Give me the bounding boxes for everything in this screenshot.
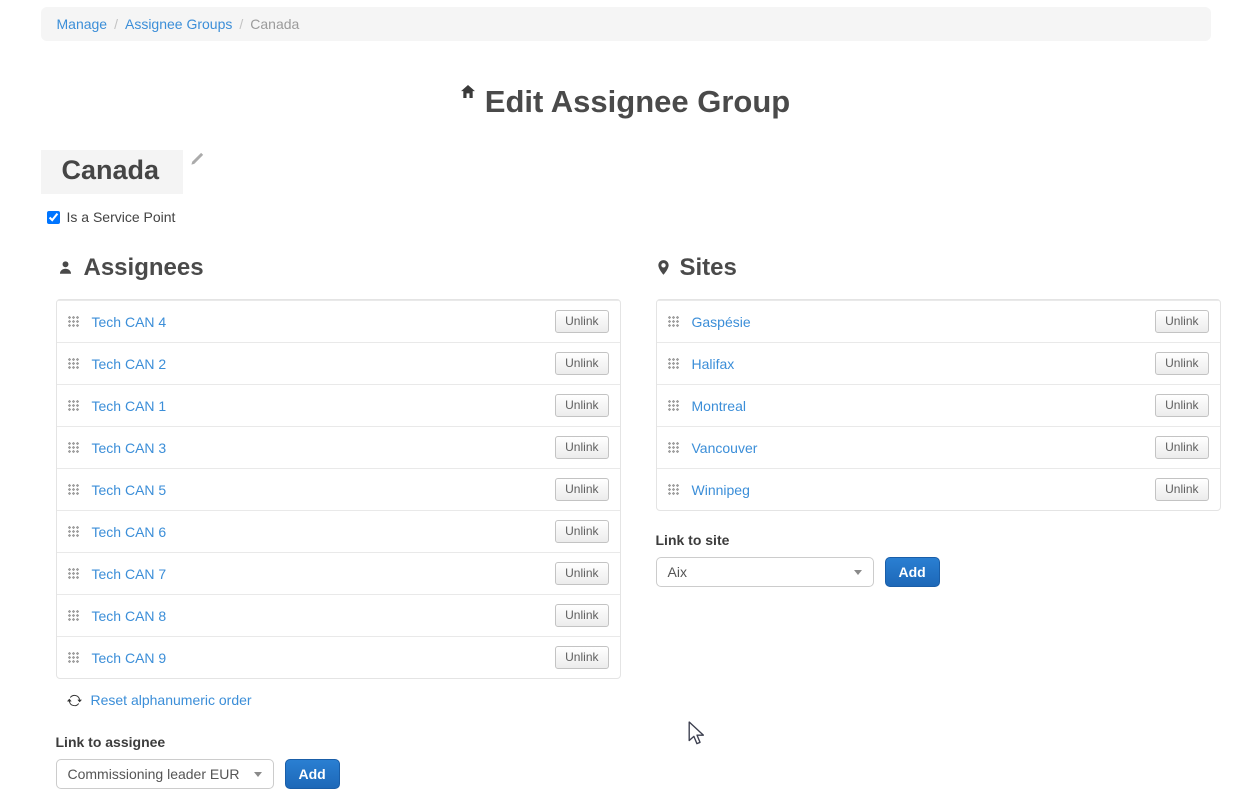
breadcrumb-link-assignee-groups[interactable]: Assignee Groups	[125, 16, 232, 32]
drag-handle-icon[interactable]	[68, 442, 79, 453]
drag-handle-icon[interactable]	[68, 316, 79, 327]
unlink-button[interactable]: Unlink	[1155, 436, 1208, 459]
reset-order-row: Reset alphanumeric order	[67, 692, 621, 708]
chevron-down-icon	[854, 570, 862, 575]
sites-list: Gaspésie Unlink Halifax Unlink Montrea	[656, 299, 1221, 511]
reset-order-label: Reset alphanumeric order	[91, 692, 252, 708]
site-link[interactable]: Gaspésie	[692, 314, 751, 330]
unlink-button[interactable]: Unlink	[555, 646, 608, 669]
assignee-row: Tech CAN 9 Unlink	[57, 636, 620, 678]
drag-handle-icon[interactable]	[68, 484, 79, 495]
chevron-down-icon	[254, 772, 262, 777]
breadcrumb-current: Canada	[250, 16, 299, 32]
assignees-header: Assignees	[58, 254, 621, 282]
assignee-link[interactable]: Tech CAN 9	[92, 650, 167, 666]
unlink-button[interactable]: Unlink	[1155, 310, 1208, 333]
assignee-link[interactable]: Tech CAN 2	[92, 356, 167, 372]
drag-handle-icon[interactable]	[668, 358, 679, 369]
assignees-title: Assignees	[84, 254, 204, 282]
reset-order-link[interactable]: Reset alphanumeric order	[67, 692, 252, 708]
sites-section: Sites Gaspésie Unlink Halifax	[656, 254, 1221, 789]
sites-header: Sites	[658, 254, 1221, 282]
sites-title: Sites	[680, 254, 737, 282]
assignee-link[interactable]: Tech CAN 8	[92, 608, 167, 624]
breadcrumb: Manage / Assignee Groups / Canada	[41, 7, 1211, 41]
drag-handle-icon[interactable]	[668, 484, 679, 495]
home-icon	[461, 70, 475, 106]
unlink-button[interactable]: Unlink	[555, 478, 608, 501]
breadcrumb-separator: /	[239, 16, 243, 32]
site-row: Halifax Unlink	[657, 342, 1220, 384]
unlink-button[interactable]: Unlink	[555, 436, 608, 459]
service-point-label: Is a Service Point	[67, 209, 176, 225]
drag-handle-icon[interactable]	[668, 442, 679, 453]
site-row: Winnipeg Unlink	[657, 468, 1220, 510]
unlink-button[interactable]: Unlink	[1155, 352, 1208, 375]
drag-handle-icon[interactable]	[68, 568, 79, 579]
refresh-icon	[67, 693, 82, 708]
unlink-button[interactable]: Unlink	[555, 520, 608, 543]
link-to-site-block: Link to site Aix Add	[656, 532, 1221, 587]
site-link[interactable]: Halifax	[692, 356, 735, 372]
drag-handle-icon[interactable]	[668, 400, 679, 411]
link-to-site-label: Link to site	[656, 532, 1221, 548]
unlink-button[interactable]: Unlink	[555, 394, 608, 417]
site-select-value: Aix	[668, 564, 687, 580]
assignee-select-value: Commissioning leader EUR	[68, 766, 240, 782]
assignee-link[interactable]: Tech CAN 3	[92, 440, 167, 456]
breadcrumb-link-manage[interactable]: Manage	[57, 16, 108, 32]
unlink-button[interactable]: Unlink	[555, 310, 608, 333]
unlink-button[interactable]: Unlink	[555, 604, 608, 627]
assignee-link[interactable]: Tech CAN 4	[92, 314, 167, 330]
site-row: Gaspésie Unlink	[657, 300, 1220, 342]
assignee-link[interactable]: Tech CAN 6	[92, 524, 167, 540]
link-to-assignee-label: Link to assignee	[56, 734, 621, 750]
person-icon	[58, 254, 73, 282]
add-site-button[interactable]: Add	[885, 557, 940, 587]
assignee-link[interactable]: Tech CAN 7	[92, 566, 167, 582]
unlink-button[interactable]: Unlink	[555, 562, 608, 585]
drag-handle-icon[interactable]	[668, 316, 679, 327]
assignee-row: Tech CAN 3 Unlink	[57, 426, 620, 468]
drag-handle-icon[interactable]	[68, 652, 79, 663]
assignee-row: Tech CAN 8 Unlink	[57, 594, 620, 636]
service-point-row: Is a Service Point	[47, 209, 1211, 225]
site-link[interactable]: Winnipeg	[692, 482, 750, 498]
drag-handle-icon[interactable]	[68, 610, 79, 621]
site-row: Vancouver Unlink	[657, 426, 1220, 468]
breadcrumb-separator: /	[114, 16, 118, 32]
assignee-select[interactable]: Commissioning leader EUR	[56, 759, 274, 789]
assignee-row: Tech CAN 5 Unlink	[57, 468, 620, 510]
assignees-list: Tech CAN 4 Unlink Tech CAN 2 Unlink Te	[56, 299, 621, 679]
group-name: Canada	[41, 150, 184, 194]
drag-handle-icon[interactable]	[68, 358, 79, 369]
edit-pencil-icon[interactable]	[189, 152, 204, 172]
assignee-row: Tech CAN 4 Unlink	[57, 300, 620, 342]
assignee-row: Tech CAN 6 Unlink	[57, 510, 620, 552]
add-assignee-button[interactable]: Add	[285, 759, 340, 789]
map-pin-icon	[658, 254, 669, 282]
assignee-row: Tech CAN 1 Unlink	[57, 384, 620, 426]
site-select[interactable]: Aix	[656, 557, 874, 587]
page-title-text: Edit Assignee Group	[485, 84, 790, 119]
assignee-row: Tech CAN 2 Unlink	[57, 342, 620, 384]
unlink-button[interactable]: Unlink	[1155, 478, 1208, 501]
link-to-assignee-block: Link to assignee Commissioning leader EU…	[56, 734, 621, 789]
unlink-button[interactable]: Unlink	[1155, 394, 1208, 417]
assignee-link[interactable]: Tech CAN 5	[92, 482, 167, 498]
service-point-checkbox[interactable]	[47, 211, 60, 224]
page-title: Edit Assignee Group	[41, 70, 1211, 120]
unlink-button[interactable]: Unlink	[555, 352, 608, 375]
assignee-link[interactable]: Tech CAN 1	[92, 398, 167, 414]
site-row: Montreal Unlink	[657, 384, 1220, 426]
assignee-row: Tech CAN 7 Unlink	[57, 552, 620, 594]
site-link[interactable]: Montreal	[692, 398, 746, 414]
site-link[interactable]: Vancouver	[692, 440, 758, 456]
drag-handle-icon[interactable]	[68, 526, 79, 537]
drag-handle-icon[interactable]	[68, 400, 79, 411]
assignees-section: Assignees Tech CAN 4 Unlink Tech CAN 2	[56, 254, 621, 789]
